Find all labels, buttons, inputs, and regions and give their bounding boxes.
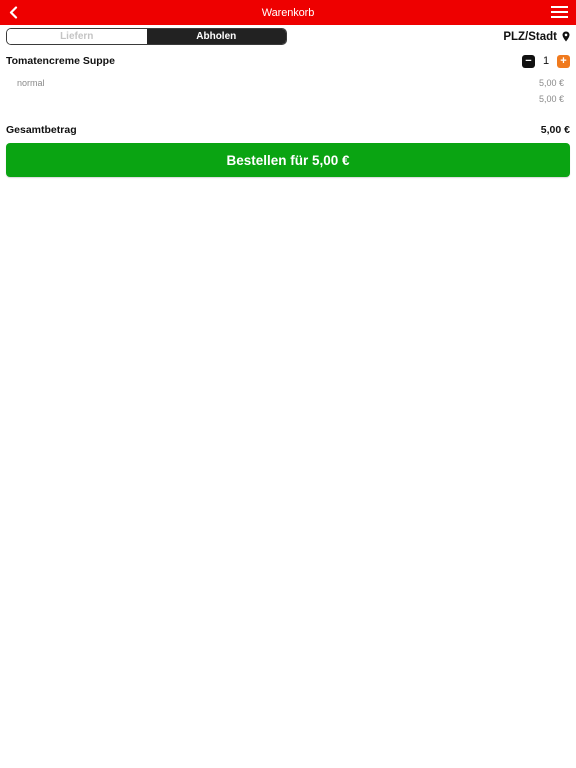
total-label: Gesamtbetrag: [6, 124, 77, 136]
delivery-mode-toggle: Liefern Abholen: [6, 28, 287, 45]
cart-item-line-total: 5,00 €: [538, 94, 564, 104]
tab-liefern[interactable]: Liefern: [7, 29, 147, 44]
hamburger-menu-icon: [551, 6, 568, 18]
top-bar: Warenkorb: [0, 0, 576, 25]
cart-item-variant: normal: [17, 78, 45, 88]
quantity-value: 1: [542, 55, 550, 67]
location-selector[interactable]: PLZ/Stadt: [503, 29, 570, 44]
decrease-quantity-button[interactable]: −: [522, 54, 535, 68]
plus-icon: +: [560, 54, 567, 67]
cart-item-variant-price: 5,00 €: [538, 78, 564, 88]
back-button[interactable]: [6, 4, 20, 21]
page-title: Warenkorb: [261, 6, 315, 19]
location-label: PLZ/Stadt: [503, 30, 557, 43]
increase-quantity-button[interactable]: +: [557, 54, 570, 68]
cart-item-name: Tomatencreme Suppe: [6, 55, 115, 67]
map-pin-icon: [562, 31, 570, 42]
order-button[interactable]: Bestellen für 5,00 €: [6, 143, 570, 177]
chevron-left-icon: [9, 6, 17, 19]
menu-button[interactable]: [551, 5, 568, 19]
minus-icon: −: [525, 54, 532, 67]
quantity-stepper: − 1 +: [522, 54, 570, 68]
total-value: 5,00 €: [540, 124, 570, 136]
tab-abholen[interactable]: Abholen: [146, 29, 286, 44]
